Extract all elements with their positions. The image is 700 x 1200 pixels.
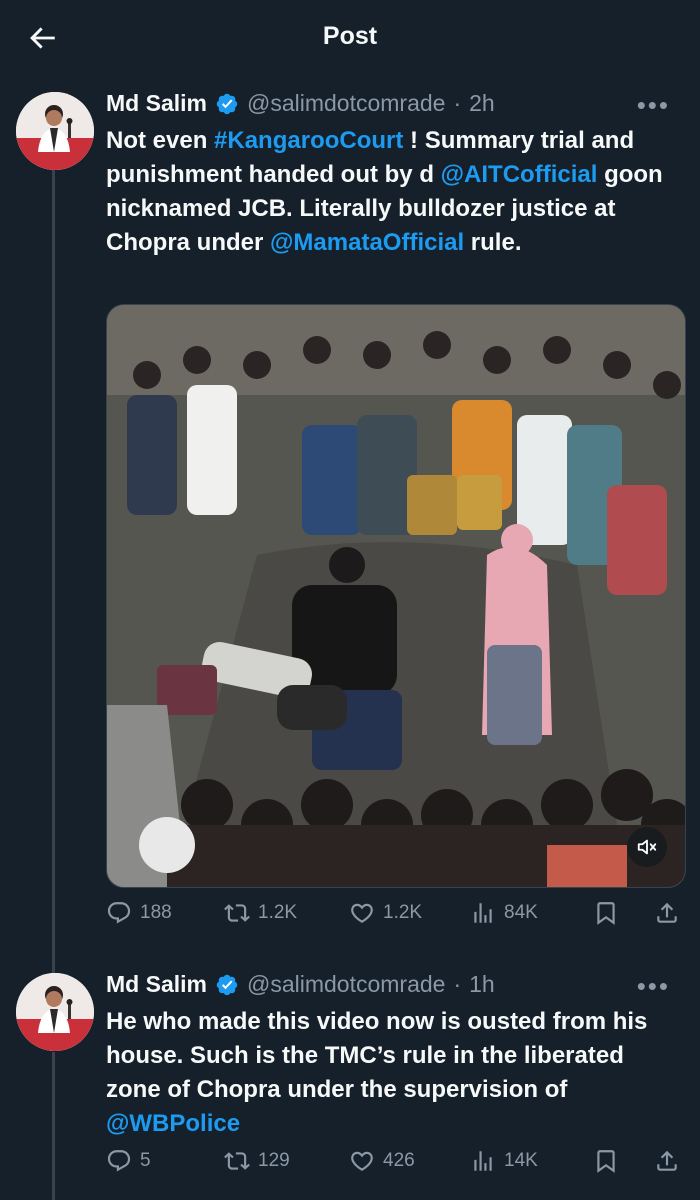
- tweet-text: He who made this video now is ousted fro…: [106, 1005, 671, 1141]
- like-button[interactable]: 1.2K: [349, 900, 422, 926]
- repost-count: 1.2K: [258, 902, 298, 923]
- author-handle[interactable]: @salimdotcomrade: [247, 971, 445, 998]
- thread-connector: [52, 1052, 55, 1200]
- repost-button[interactable]: 129: [224, 1148, 290, 1174]
- reply-button[interactable]: 5: [106, 1148, 151, 1174]
- bookmark-button[interactable]: [593, 1148, 619, 1174]
- mention-link[interactable]: @WBPolice: [106, 1110, 240, 1137]
- repost-count: 129: [258, 1150, 290, 1171]
- mention-link[interactable]: @MamataOfficial: [270, 229, 464, 256]
- tweet-actions: 188 1.2K 1.2K 84K: [106, 900, 688, 936]
- share-button[interactable]: [654, 900, 680, 926]
- like-count: 1.2K: [383, 902, 423, 923]
- reply-button[interactable]: 188: [106, 900, 172, 926]
- reply-icon: [107, 1150, 131, 1172]
- hashtag-link[interactable]: #KangarooCourt: [214, 127, 403, 154]
- views-count: 84K: [504, 902, 538, 923]
- verified-badge-icon: [216, 974, 238, 995]
- reply-count: 5: [140, 1150, 151, 1171]
- views-chart-icon: [474, 1151, 492, 1171]
- reply-count: 188: [140, 902, 172, 923]
- timestamp[interactable]: 2h: [469, 90, 495, 117]
- more-icon: •••: [636, 90, 670, 120]
- share-button[interactable]: [654, 1148, 680, 1174]
- author-handle[interactable]: @salimdotcomrade: [247, 90, 445, 117]
- tweet-actions: 5 129 426 14K: [106, 1148, 688, 1184]
- more-options-button[interactable]: •••: [637, 92, 670, 118]
- heart-icon: [351, 1151, 373, 1171]
- avatar[interactable]: [16, 973, 94, 1051]
- text-segment: Not even: [106, 127, 215, 154]
- share-icon: [657, 902, 677, 923]
- views-button[interactable]: 84K: [470, 900, 538, 926]
- bookmark-icon: [597, 902, 615, 925]
- tweet-header: Md Salim @salimdotcomrade · 1h: [106, 971, 495, 998]
- text-segment: rule.: [464, 229, 522, 256]
- views-button[interactable]: 14K: [470, 1148, 538, 1174]
- bookmark-button[interactable]: [593, 900, 619, 926]
- author-name[interactable]: Md Salim: [106, 971, 207, 998]
- like-count: 426: [383, 1150, 415, 1171]
- verified-badge-icon: [216, 93, 238, 114]
- repost-button[interactable]: 1.2K: [224, 900, 297, 926]
- profile-photo: [16, 92, 94, 170]
- more-icon: •••: [636, 971, 670, 1001]
- top-bar: Post: [0, 0, 700, 74]
- author-name[interactable]: Md Salim: [106, 90, 207, 117]
- share-icon: [657, 1150, 677, 1171]
- profile-photo: [16, 973, 94, 1051]
- views-count: 14K: [504, 1150, 538, 1171]
- separator-dot: ·: [453, 971, 462, 997]
- repost-icon: [224, 1152, 250, 1170]
- speaker-muted-icon: [637, 839, 657, 855]
- views-chart-icon: [474, 903, 492, 923]
- mention-link[interactable]: @AITCofficial: [441, 161, 598, 188]
- repost-icon: [224, 904, 250, 922]
- tweet-text: Not even #KangarooCourt ! Summary trial …: [106, 124, 671, 260]
- separator-dot: ·: [453, 90, 462, 116]
- more-options-button[interactable]: •••: [637, 973, 670, 999]
- avatar[interactable]: [16, 92, 94, 170]
- page-title: Post: [322, 22, 378, 50]
- mute-button[interactable]: [627, 827, 667, 867]
- tweet-header: Md Salim @salimdotcomrade · 2h: [106, 90, 495, 117]
- video-player[interactable]: [106, 304, 686, 888]
- heart-icon: [351, 903, 373, 923]
- bookmark-icon: [597, 1150, 615, 1173]
- text-segment: He who made this video now is ousted fro…: [106, 1008, 648, 1103]
- like-button[interactable]: 426: [349, 1148, 415, 1174]
- video-frame: [107, 305, 685, 887]
- timestamp[interactable]: 1h: [469, 971, 495, 998]
- thread-connector: [52, 168, 55, 978]
- reply-icon: [107, 902, 131, 924]
